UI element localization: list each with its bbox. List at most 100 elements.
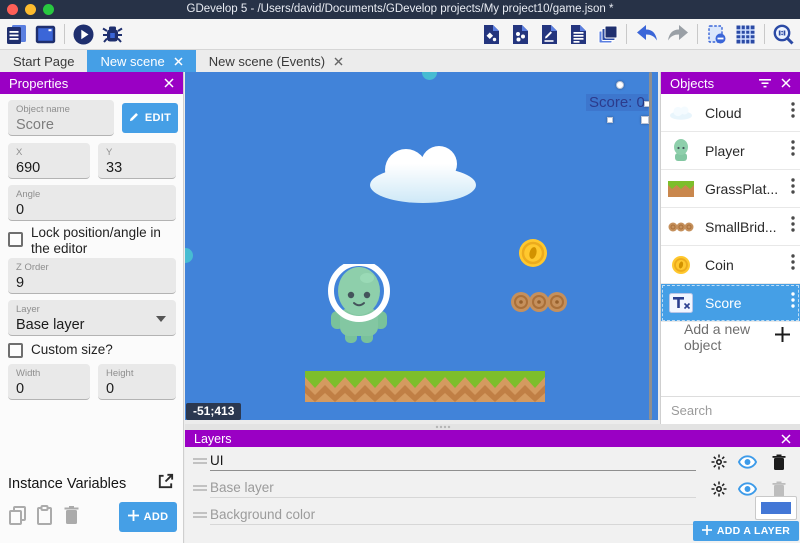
layer-select[interactable]: Layer Base layer	[8, 300, 176, 336]
layer-visibility-eye-icon[interactable]	[737, 452, 757, 472]
rotate-handle[interactable]	[616, 81, 624, 89]
close-tab-icon[interactable]	[334, 57, 343, 66]
object-row-smallbridge[interactable]: SmallBrid...	[661, 208, 800, 246]
instances-list-icon[interactable]	[564, 21, 593, 48]
delete-layer-icon[interactable]	[769, 452, 789, 472]
tab-new-scene-events[interactable]: New scene (Events)	[196, 50, 356, 72]
object-row-score[interactable]: Score	[661, 284, 800, 322]
grid-icon[interactable]	[731, 21, 760, 48]
paste-icon[interactable]	[36, 505, 53, 531]
lock-position-checkbox[interactable]	[8, 232, 23, 247]
maximize-window-button[interactable]	[43, 4, 54, 15]
height-field[interactable]: Height 0	[98, 364, 176, 400]
custom-size-checkbox[interactable]	[8, 343, 23, 358]
layers-editor-icon[interactable]	[593, 21, 622, 48]
close-panel-icon[interactable]	[781, 434, 791, 444]
layer-name[interactable]: Base layer	[210, 478, 696, 498]
layer-effects-icon[interactable]	[709, 479, 729, 499]
redo-icon[interactable]	[662, 21, 693, 48]
object-row-grassplatform[interactable]: GrassPlat...	[661, 170, 800, 208]
close-tab-icon[interactable]	[174, 57, 183, 66]
debug-icon[interactable]	[98, 21, 127, 48]
object-menu-icon[interactable]	[791, 292, 795, 313]
undo-icon[interactable]	[631, 21, 662, 48]
grass-platform-instance[interactable]	[305, 371, 545, 402]
edit-button-label: EDIT	[145, 112, 171, 124]
canvas-vertical-scrollbar[interactable]	[649, 72, 652, 420]
object-menu-icon[interactable]	[791, 178, 795, 199]
tab-start-page[interactable]: Start Page	[0, 50, 87, 72]
trash-icon[interactable]	[63, 505, 80, 531]
add-new-object-button[interactable]: Add a new object	[661, 322, 800, 352]
drag-handle-icon[interactable]	[193, 458, 207, 466]
coin-thumbnail-icon	[666, 255, 696, 275]
field-label: Z Order	[16, 262, 168, 273]
close-window-button[interactable]	[7, 4, 18, 15]
copy-icon[interactable]	[8, 505, 27, 531]
add-variable-button[interactable]: ADD	[119, 502, 177, 532]
field-label: Width	[16, 368, 82, 379]
tab-label: New scene	[100, 54, 164, 69]
edit-object-button[interactable]: EDIT	[122, 103, 178, 133]
close-panel-icon[interactable]	[781, 78, 791, 88]
width-field[interactable]: Width 0	[8, 364, 90, 400]
scene-window-icon[interactable]	[31, 21, 60, 48]
object-row-player[interactable]: Player	[661, 132, 800, 170]
panel-title: Properties	[9, 76, 154, 91]
object-menu-icon[interactable]	[791, 216, 795, 237]
filter-icon[interactable]	[759, 79, 771, 88]
object-row-coin[interactable]: Coin	[661, 246, 800, 284]
object-menu-icon[interactable]	[791, 254, 795, 275]
cloud-instance[interactable]	[368, 142, 478, 204]
play-icon[interactable]	[69, 21, 98, 48]
pencil-icon	[129, 111, 140, 125]
panel-drag-handle-left[interactable]	[185, 248, 193, 263]
close-panel-icon[interactable]	[164, 78, 174, 88]
minimize-window-button[interactable]	[25, 4, 36, 15]
zoom-1-1-icon[interactable]	[769, 21, 798, 48]
resize-handle-corner[interactable]	[641, 116, 649, 124]
layer-effects-icon[interactable]	[709, 452, 729, 472]
background-color-swatch[interactable]	[755, 496, 797, 520]
field-value: 9	[16, 275, 168, 291]
drag-handle-icon[interactable]	[193, 485, 207, 493]
search-input[interactable]	[669, 402, 800, 419]
object-name-field[interactable]: Object name Score	[8, 100, 114, 136]
layer-visibility-eye-icon[interactable]	[737, 479, 757, 499]
angle-field[interactable]: Angle 0	[8, 185, 176, 221]
layer-name-input[interactable]	[210, 451, 696, 471]
add-layer-button[interactable]: ADD A LAYER	[693, 521, 799, 541]
cloud-thumbnail-icon	[666, 105, 696, 120]
coin-instance[interactable]	[518, 238, 548, 268]
object-menu-icon[interactable]	[791, 140, 795, 161]
main-toolbar	[0, 19, 800, 50]
y-position-field[interactable]: Y 33	[98, 143, 176, 179]
resize-handle-bottom[interactable]	[607, 117, 613, 123]
x-position-field[interactable]: X 690	[8, 143, 90, 179]
object-groups-icon[interactable]	[506, 21, 535, 48]
scene-canvas[interactable]: Score: 0 -51;413	[185, 72, 658, 420]
player-instance[interactable]	[326, 264, 392, 344]
panel-drag-handle-top[interactable]	[422, 72, 437, 80]
tab-label: New scene (Events)	[209, 54, 325, 69]
field-value: 0	[16, 202, 168, 218]
small-bridge-instance[interactable]	[511, 291, 567, 313]
field-value: Base layer	[16, 317, 168, 333]
layers-panel: Layers Base layer	[185, 424, 800, 543]
layer-row-ui[interactable]	[185, 448, 800, 475]
score-text-instance[interactable]: Score: 0	[586, 94, 648, 111]
splitter-grip-icon	[435, 425, 451, 429]
objects-editor-icon[interactable]	[477, 21, 506, 48]
object-row-cloud[interactable]: Cloud	[661, 94, 800, 132]
open-in-new-icon[interactable]	[156, 472, 175, 496]
project-manager-icon[interactable]	[2, 21, 31, 48]
z-order-field[interactable]: Z Order 9	[8, 258, 176, 294]
layer-row-base[interactable]: Base layer	[185, 475, 800, 502]
mask-icon[interactable]	[702, 21, 731, 48]
scene-properties-icon[interactable]	[535, 21, 564, 48]
toolbar-separator	[697, 24, 698, 44]
toolbar-separator	[626, 24, 627, 44]
tab-new-scene[interactable]: New scene	[87, 50, 195, 72]
gdevelop-window: GDevelop 5 - /Users/david/Documents/GDev…	[0, 0, 800, 543]
object-menu-icon[interactable]	[791, 102, 795, 123]
